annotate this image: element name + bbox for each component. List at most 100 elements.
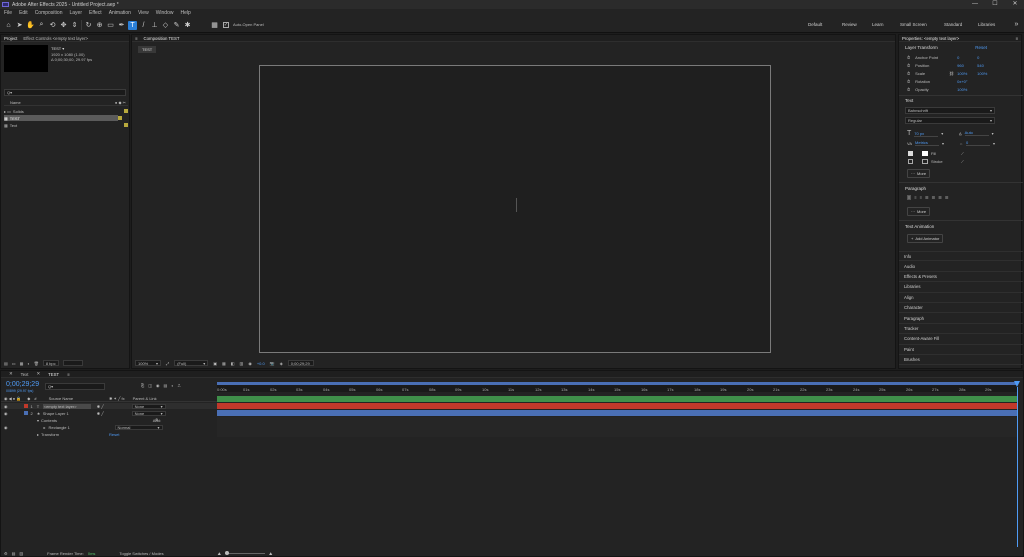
roto-brush-icon[interactable]: ✎ <box>172 21 181 30</box>
layer-2-track-bar[interactable] <box>217 410 1018 416</box>
justify-all-icon[interactable]: ☰ <box>945 195 949 200</box>
layer-row-1[interactable]: ◉ 1 T <empty text layer> ✱ ╱ None ▾ <box>1 403 217 409</box>
time-ruler[interactable]: 0:00s 01s 02s 03s 04s 05s 06s 07s 08s 09… <box>217 387 1018 395</box>
new-composition-icon[interactable]: ▦ <box>20 361 24 366</box>
new-folder-icon[interactable]: ▭ <box>12 361 16 366</box>
anchor-point-y[interactable]: 0 <box>977 55 979 60</box>
eraser-icon[interactable]: ◇ <box>161 21 170 30</box>
tab-effect-controls[interactable]: Effect Controls <empty text layer> <box>23 36 88 41</box>
composition-track-bar[interactable] <box>217 396 1018 402</box>
snapshot-icon[interactable]: 📷 <box>270 361 275 366</box>
visibility-icon[interactable]: ◉ <box>4 425 8 430</box>
workspace-learn[interactable]: Learn <box>872 22 884 27</box>
position-y[interactable]: 540 <box>977 63 984 68</box>
color-management-icon[interactable]: +0.0 <box>257 361 265 366</box>
layer-name[interactable]: <empty text layer> <box>42 403 91 409</box>
fit-icon[interactable]: ⤢ <box>166 361 169 366</box>
workspace-default[interactable]: Default <box>808 22 822 27</box>
current-timecode[interactable]: 0;00;29;29 <box>6 381 39 388</box>
av-features-icon[interactable]: ◉ ◀ ● 🔒 <box>4 396 21 401</box>
menu-icon[interactable]: ≡ <box>67 372 70 377</box>
expand-modes-icon[interactable]: ▥ <box>19 551 23 556</box>
font-style-select[interactable]: Regular ▾ <box>905 117 995 124</box>
shy-icon[interactable]: ◉ <box>156 383 160 388</box>
panel-character[interactable]: Character <box>899 303 1023 314</box>
minimize-button[interactable]: — <box>968 0 982 9</box>
snapping-icon[interactable]: ▦ <box>210 20 219 29</box>
channels-icon[interactable]: ◉ <box>248 361 252 366</box>
constrain-proportions-icon[interactable]: ⛓ <box>949 71 957 76</box>
menu-edit[interactable]: Edit <box>19 10 28 16</box>
project-item-solids[interactable]: ▸ ▭ Solids <box>4 108 128 114</box>
3d-view-icon[interactable]: ▥ <box>240 361 244 366</box>
parent-select[interactable]: None ▾ <box>131 410 166 416</box>
tab-properties[interactable]: Properties: <empty text layer> <box>902 36 959 41</box>
adjustment-icon[interactable]: ◐ <box>27 361 29 366</box>
label-column-icon[interactable]: ● ◆ ✂ <box>115 100 126 105</box>
graph-editor-icon[interactable]: ⎍ <box>178 383 181 388</box>
menu-animation[interactable]: Animation <box>109 10 131 16</box>
workspace-libraries[interactable]: Libraries <box>978 22 995 27</box>
bpc-button[interactable]: 8 bpc <box>42 360 59 366</box>
layer-1-track-bar[interactable] <box>217 403 1018 409</box>
stopwatch-icon[interactable]: ⏱ <box>907 55 910 60</box>
layer-switches[interactable]: ✱ ╱ <box>97 404 104 409</box>
resolution-select[interactable]: (Full) ▾ <box>174 360 209 366</box>
menu-icon[interactable]: ≡ <box>135 36 138 41</box>
align-right-icon[interactable]: ≡ <box>920 195 922 200</box>
panel-audio[interactable]: Audio <box>899 261 1023 272</box>
add-content-icon[interactable]: ⊕ <box>155 417 158 422</box>
workspace-overflow-icon[interactable]: » <box>1012 20 1021 29</box>
panel-libraries[interactable]: Libraries <box>899 282 1023 293</box>
transform-row[interactable]: ▸ Transform Reset <box>1 431 217 437</box>
stroke-swatch[interactable] <box>922 159 928 164</box>
type-tool-icon[interactable]: T <box>128 20 137 30</box>
panel-effects-presets[interactable]: Effects & Presets <box>899 272 1023 283</box>
toggle-switches-button[interactable]: Toggle Switches / Modes <box>119 551 163 556</box>
zoom-in-icon[interactable]: ⛰ <box>269 551 272 556</box>
selection-tool-icon[interactable]: ➤ <box>15 21 24 30</box>
panel-align[interactable]: Align <box>899 293 1023 303</box>
region-of-interest-icon[interactable]: ▣ <box>213 361 217 366</box>
menu-layer[interactable]: Layer <box>69 10 82 16</box>
eyedropper-icon[interactable]: ⟋ <box>961 159 964 164</box>
timeline-search-input[interactable]: Q▾ <box>45 383 105 390</box>
close-icon[interactable]: ✕ <box>37 371 41 377</box>
chevron-down-icon[interactable]: ▾ <box>993 141 995 146</box>
zoom-select[interactable]: 100% ▾ <box>135 360 161 366</box>
stopwatch-icon[interactable]: ⏱ <box>907 71 910 76</box>
column-parent[interactable]: Parent & Link <box>133 396 157 401</box>
chevron-down-icon[interactable]: ▾ <box>941 131 943 136</box>
orbit-camera-icon[interactable]: ⟲ <box>48 21 57 30</box>
paragraph-more-button[interactable]: ··· More <box>907 207 931 216</box>
frame-blending-icon[interactable]: ▤ <box>163 383 167 388</box>
project-flowchart-field[interactable] <box>62 360 83 366</box>
menu-composition[interactable]: Composition <box>35 10 63 16</box>
trash-icon[interactable]: 🗑 <box>34 361 39 366</box>
pen-tool-icon[interactable]: ✒ <box>117 21 126 30</box>
transparency-grid-icon[interactable]: ▦ <box>222 361 226 366</box>
panel-menu-icon[interactable]: ≡ <box>1015 36 1018 41</box>
justify-center-icon[interactable]: ☰ <box>932 195 936 200</box>
menu-effect[interactable]: Effect <box>89 10 102 16</box>
expand-switches-icon[interactable]: ▤ <box>12 551 16 556</box>
align-center-icon[interactable]: ≡ <box>914 195 916 200</box>
maximize-button[interactable]: ☐ <box>988 0 1002 9</box>
leading-value[interactable]: Auto <box>964 130 989 136</box>
column-source-name[interactable]: Source Name <box>49 396 73 401</box>
menu-view[interactable]: View <box>138 10 149 16</box>
tab-composition[interactable]: Composition TEST <box>144 36 180 41</box>
render-time-icon[interactable]: ⚙ <box>4 551 8 556</box>
panel-brushes[interactable]: Brushes <box>899 355 1023 366</box>
workspace-small-screen[interactable]: Small Screen <box>900 22 927 27</box>
number-column-icon[interactable]: # <box>34 396 36 401</box>
home-icon[interactable]: ⌂ <box>4 21 13 30</box>
clone-stamp-icon[interactable]: ⊥ <box>150 21 159 30</box>
font-size-value[interactable]: 70 px <box>914 131 939 137</box>
label-color[interactable] <box>124 109 128 113</box>
rectangle-tool-icon[interactable]: ▭ <box>106 21 115 30</box>
switches-icons[interactable]: ✱ ✶ ╱ fx <box>109 396 125 401</box>
auto-open-checkbox[interactable]: ✓ <box>223 21 229 28</box>
composition-viewer[interactable] <box>259 65 771 353</box>
composition-subtab[interactable]: TEST <box>138 46 157 53</box>
